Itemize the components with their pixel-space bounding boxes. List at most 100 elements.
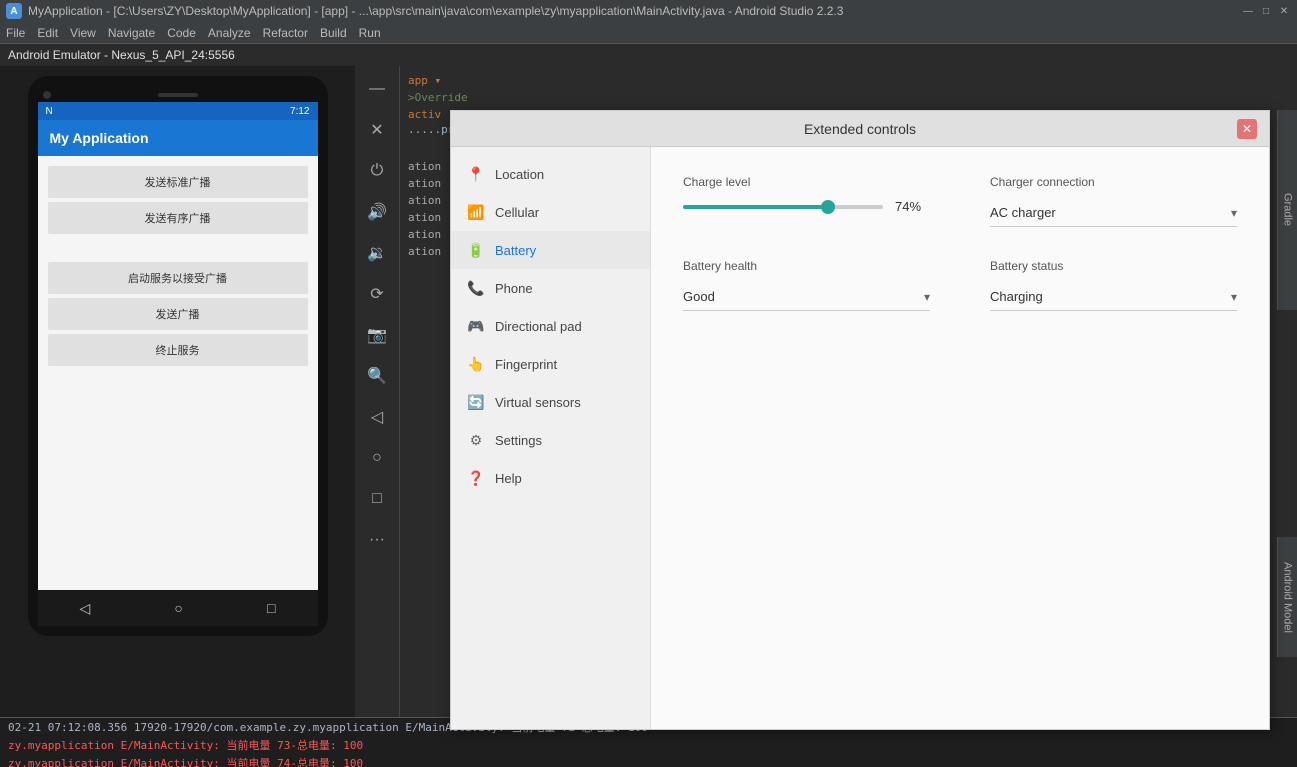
battery-status-value: Charging [990,289,1231,304]
toolbar-home-btn[interactable]: ○ [359,440,395,476]
nav-battery-label: Battery [495,243,536,258]
menu-run[interactable]: Run [359,26,381,40]
battery-health-label: Battery health [683,259,930,273]
close-button[interactable]: ✕ [1277,4,1291,18]
btn-standard-broadcast[interactable]: 发送标准广播 [48,166,308,198]
help-icon: ❓ [467,469,485,487]
row-charge: Charge level 74% Charger connection AC c… [683,175,1237,227]
ext-close-button[interactable]: ✕ [1237,119,1257,139]
phone-device: N 7:12 My Application 发送标准广播 发送有序广播 启动服务… [28,76,328,636]
nav-back-icon[interactable]: ◁ [80,600,91,617]
charger-connection-field: Charger connection AC charger ▾ [990,175,1237,227]
cellular-icon: 📶 [467,203,485,221]
nav-battery[interactable]: 🔋 Battery [451,231,650,269]
minimize-button[interactable]: — [1241,4,1255,18]
toolbar-collapse-btn[interactable]: — [359,71,395,107]
ext-sidebar: 📍 Location 📶 Cellular 🔋 Battery 📞 Phone [451,147,651,729]
menu-view[interactable]: View [70,26,96,40]
charger-connection-label: Charger connection [990,175,1237,189]
title-text: MyApplication - [C:\Users\ZY\Desktop\MyA… [28,4,1241,18]
window-controls[interactable]: — □ ✕ [1241,4,1291,18]
android-content: 发送标准广播 发送有序广播 启动服务以接受广播 发送广播 终止服务 [38,156,318,590]
row-battery: Battery health Good ▾ Battery status Cha… [683,259,1237,311]
battery-status-field: Battery status Charging ▾ [990,259,1237,311]
side-toolbar: — ✕ ⏻ 🔊 🔉 ⟳ 📷 🔍 ◁ ○ □ ··· [355,66,400,717]
nav-help[interactable]: ❓ Help [451,459,650,497]
settings-icon: ⚙ [467,431,485,449]
phone-icon: 📞 [467,279,485,297]
menu-refactor[interactable]: Refactor [263,26,308,40]
nav-settings[interactable]: ⚙ Settings [451,421,650,459]
battery-icon: 🔋 [467,241,485,259]
toolbar-volume-down-btn[interactable]: 🔉 [359,235,395,271]
battery-health-value: Good [683,289,924,304]
charger-connection-value: AC charger [990,205,1231,220]
nav-location-label: Location [495,167,544,182]
toolbar-rotate-btn[interactable]: ⟳ [359,276,395,312]
android-time: 7:12 [290,106,309,117]
phone-speaker [158,93,198,97]
nav-virtual-sensors[interactable]: 🔄 Virtual sensors [451,383,650,421]
btn-send-broadcast[interactable]: 发送广播 [48,298,308,330]
battery-status-label: Battery status [990,259,1237,273]
phone-screen: N 7:12 My Application 发送标准广播 发送有序广播 启动服务… [38,102,318,626]
android-nav-bar: ◁ ○ □ [38,590,318,626]
phone-camera [43,91,51,99]
battery-health-dropdown[interactable]: Good ▾ [683,283,930,311]
toolbar-square-btn[interactable]: □ [359,481,395,517]
battery-status-dropdown[interactable]: Charging ▾ [990,283,1237,311]
android-model-sidebar[interactable]: Android Model [1277,537,1297,657]
menu-edit[interactable]: Edit [37,26,58,40]
nav-phone[interactable]: 📞 Phone [451,269,650,307]
menu-code[interactable]: Code [167,26,196,40]
menu-file[interactable]: File [6,26,25,40]
menu-bar: File Edit View Navigate Code Analyze Ref… [0,22,1297,44]
btn-ordered-broadcast[interactable]: 发送有序广播 [48,202,308,234]
health-dropdown-arrow: ▾ [924,290,930,304]
toolbar-volume-up-btn[interactable]: 🔊 [359,194,395,230]
charge-slider[interactable] [683,205,883,209]
nav-phone-label: Phone [495,281,533,296]
charger-dropdown-arrow: ▾ [1231,206,1237,220]
charge-level-label: Charge level [683,175,930,189]
menu-analyze[interactable]: Analyze [208,26,251,40]
menu-navigate[interactable]: Navigate [108,26,155,40]
battery-health-field: Battery health Good ▾ [683,259,930,311]
gradle-sidebar[interactable]: Gradle [1277,110,1297,310]
status-dropdown-arrow: ▾ [1231,290,1237,304]
charger-connection-dropdown[interactable]: AC charger ▾ [990,199,1237,227]
android-toolbar: My Application [38,120,318,156]
phone-top-bar [38,91,318,99]
toolbar-back-btn[interactable]: ◁ [359,399,395,435]
nav-cellular[interactable]: 📶 Cellular [451,193,650,231]
nav-fingerprint[interactable]: 👆 Fingerprint [451,345,650,383]
toolbar-more-btn[interactable]: ··· [359,522,395,558]
android-status-bar: N 7:12 [38,102,318,120]
ext-title: Extended controls [483,121,1237,137]
log-line: zy.myapplication E/MainActivity: 当前电量 73… [0,736,1297,754]
fingerprint-icon: 👆 [467,355,485,373]
location-icon: 📍 [467,165,485,183]
charge-level-field: Charge level 74% [683,175,930,227]
nav-home-icon[interactable]: ○ [174,600,182,616]
nav-location[interactable]: 📍 Location [451,155,650,193]
maximize-button[interactable]: □ [1259,4,1273,18]
menu-build[interactable]: Build [320,26,347,40]
title-bar: A MyApplication - [C:\Users\ZY\Desktop\M… [0,0,1297,22]
toolbar-close-btn[interactable]: ✕ [359,112,395,148]
toolbar-screenshot-btn[interactable]: 📷 [359,317,395,353]
toolbar-power-btn[interactable]: ⏻ [359,153,395,189]
ext-main-content: Charge level 74% Charger connection AC c… [651,147,1269,729]
virtual-sensors-icon: 🔄 [467,393,485,411]
nav-vsensors-label: Virtual sensors [495,395,581,410]
btn-stop-service[interactable]: 终止服务 [48,334,308,366]
toolbar-zoom-btn[interactable]: 🔍 [359,358,395,394]
gradle-label: Gradle [1282,193,1294,226]
android-model-label: Android Model [1282,562,1294,633]
nav-recent-icon[interactable]: □ [267,600,275,616]
app-icon: A [6,3,22,19]
btn-start-service[interactable]: 启动服务以接受广播 [48,262,308,294]
ext-title-bar: Extended controls ✕ [451,111,1269,147]
emulator-panel: N 7:12 My Application 发送标准广播 发送有序广播 启动服务… [0,66,355,717]
nav-directional-pad[interactable]: 🎮 Directional pad [451,307,650,345]
